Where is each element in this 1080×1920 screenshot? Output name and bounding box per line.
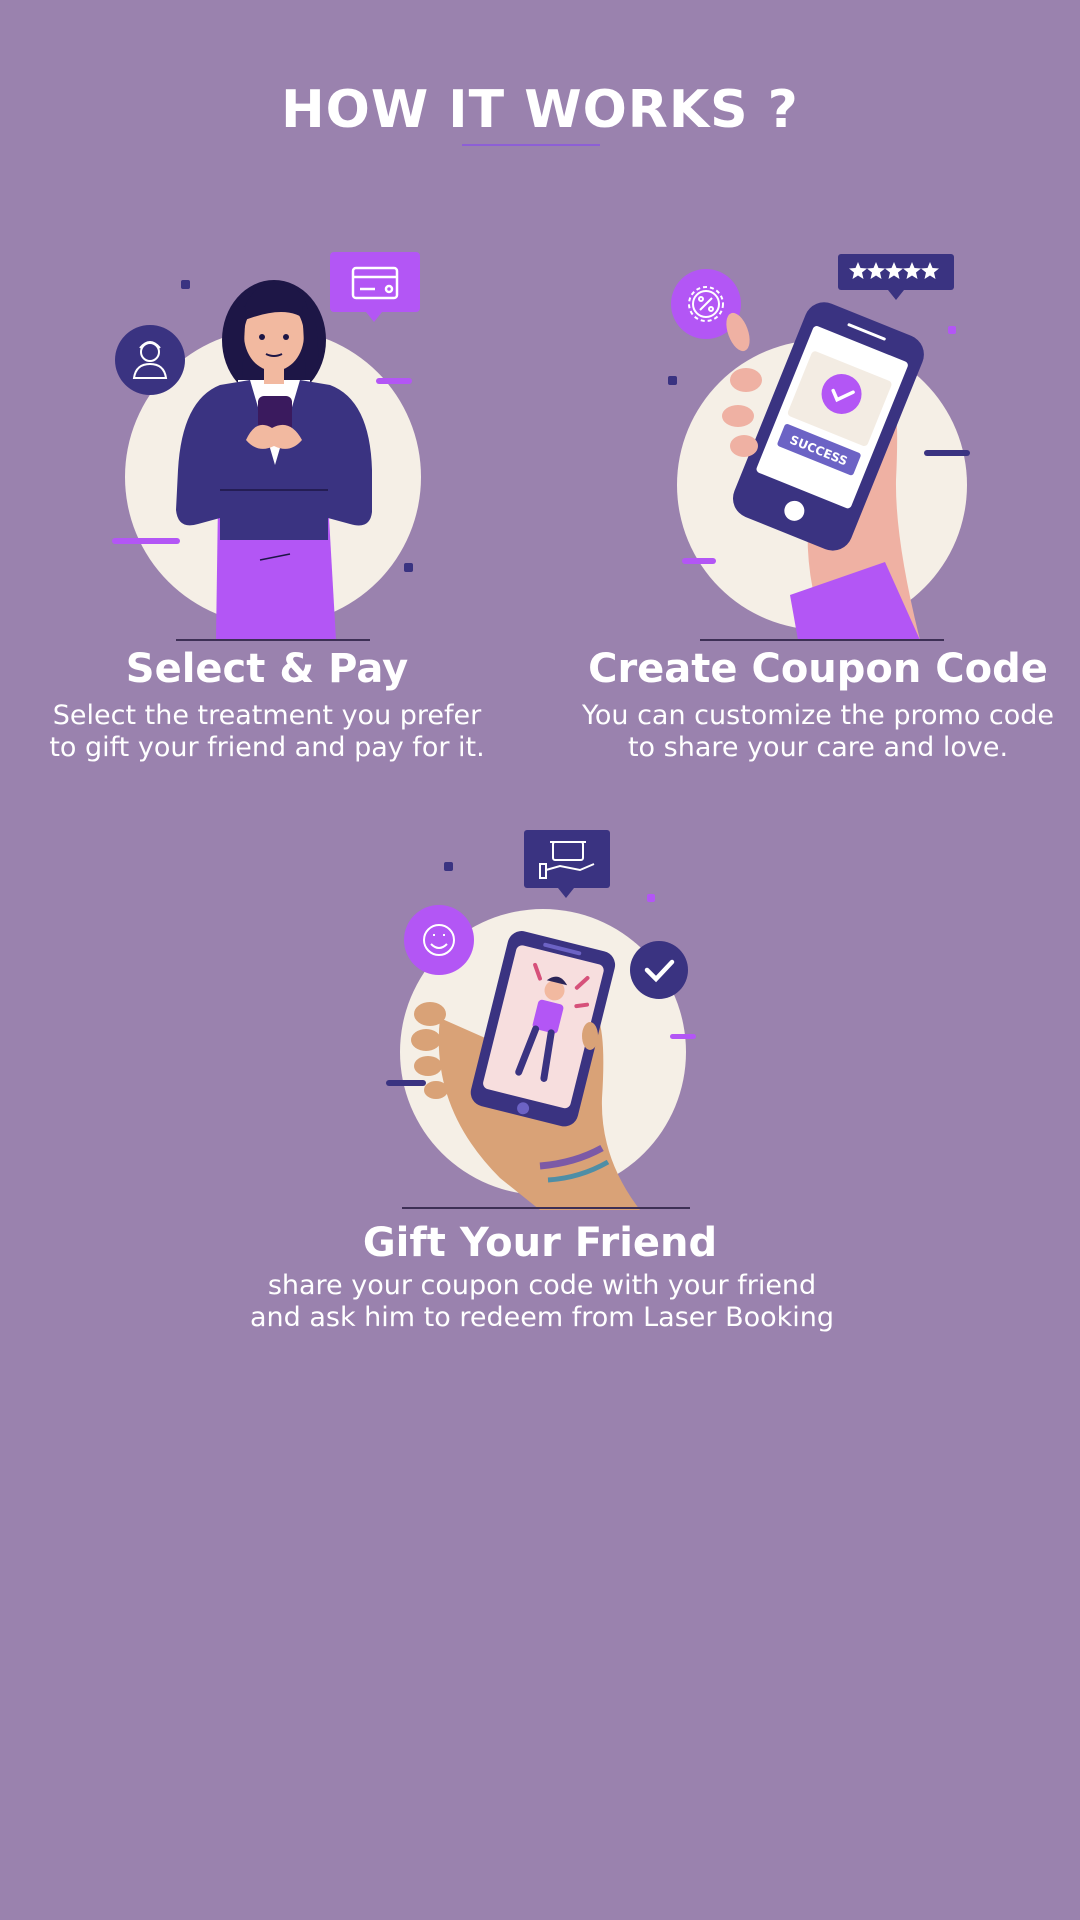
title-underline: [462, 144, 600, 146]
step-description-gift-friend: share your coupon code with your friend …: [200, 1270, 884, 1334]
step-description-line: to gift your friend and pay for it.: [49, 732, 485, 763]
step-description-line: Select the treatment you prefer: [52, 700, 482, 731]
step-description-select-pay: Select the treatment you prefer to gift …: [30, 700, 504, 764]
gift-friend-illustration: [386, 830, 696, 1210]
step-description-line: to share your care and love.: [627, 732, 1009, 763]
step-title-create-coupon: Create Coupon Code: [588, 646, 1048, 692]
step-description-line: and ask him to redeem from Laser Booking: [249, 1302, 835, 1333]
step-title-select-pay: Select & Pay: [125, 646, 409, 692]
create-coupon-illustration: SUCCESS: [668, 254, 970, 641]
page-title: HOW IT WORKS ?: [281, 80, 799, 140]
step-description-create-coupon: You can customize the promo code to shar…: [560, 700, 1076, 764]
step-title-gift-friend: Gift Your Friend: [362, 1220, 718, 1266]
step-description-line: share your coupon code with your friend: [267, 1270, 817, 1301]
select-pay-illustration: [112, 252, 421, 641]
step-description-line: You can customize the promo code: [581, 700, 1055, 731]
